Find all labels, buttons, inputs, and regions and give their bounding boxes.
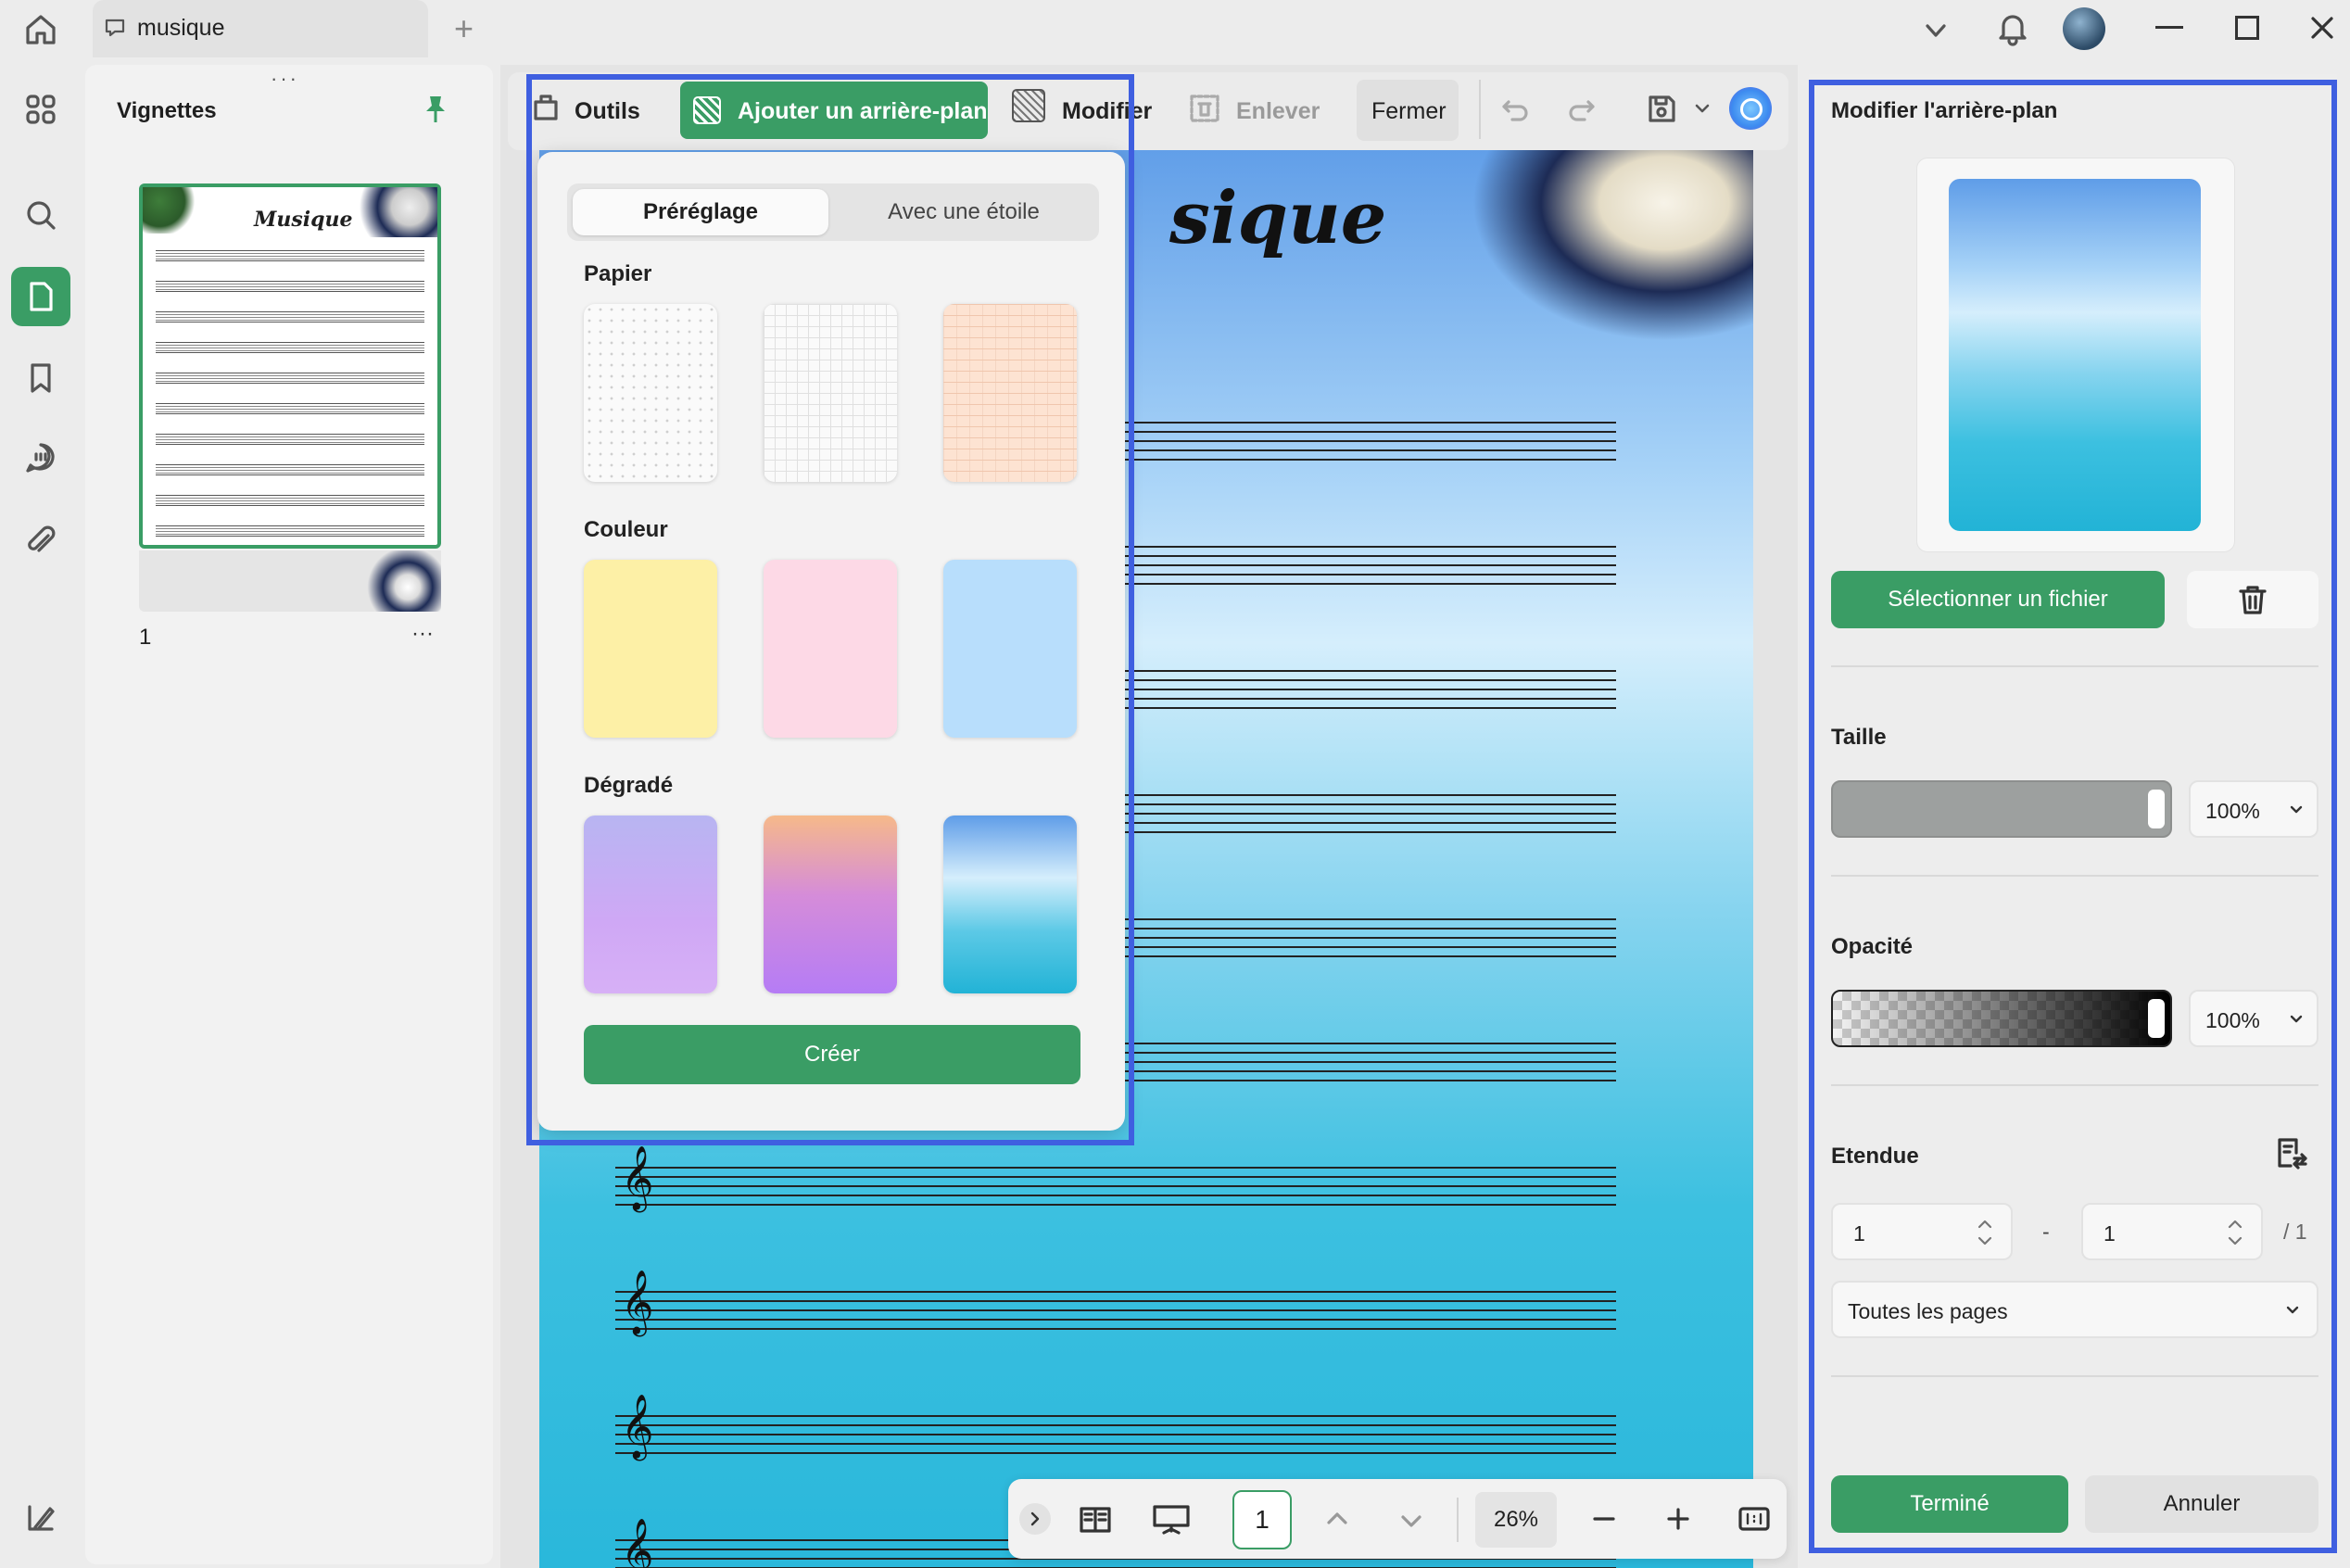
close-label: Fermer — [1371, 98, 1447, 124]
zoom-field[interactable]: 26% — [1475, 1492, 1557, 1548]
bookmark-icon[interactable] — [11, 348, 70, 408]
toolbar-divider — [1479, 80, 1481, 139]
maximize-icon[interactable] — [2235, 16, 2259, 40]
music-staff: 𝄞 — [615, 1398, 1616, 1456]
thumbnail-footer — [139, 550, 441, 612]
close-icon[interactable] — [2307, 13, 2337, 43]
music-staff: 𝄞 — [615, 1150, 1616, 1208]
apps-grid-icon[interactable] — [11, 80, 70, 139]
thumbnails-title: Vignettes — [117, 98, 217, 123]
comments-icon[interactable] — [11, 428, 70, 487]
zoom-out-icon[interactable] — [1588, 1503, 1620, 1535]
treble-clef-icon: 𝄞 — [621, 1394, 654, 1459]
close-background-tool-button[interactable]: Fermer — [1357, 80, 1459, 141]
music-staff: 𝄞 — [615, 1274, 1616, 1332]
treble-clef-icon: 𝄞 — [621, 1145, 654, 1210]
ai-assistant-icon[interactable] — [1729, 87, 1772, 130]
treble-clef-icon: 𝄞 — [621, 1518, 654, 1568]
undo-icon[interactable] — [1499, 93, 1531, 124]
minimize-icon[interactable] — [2155, 26, 2183, 29]
thumbnail-staff — [156, 250, 424, 261]
thumbnail-staff — [156, 311, 424, 322]
thumbnail-more-button[interactable]: ··· — [411, 621, 434, 647]
zoom-in-icon[interactable] — [1662, 1503, 1694, 1535]
home-icon[interactable] — [22, 11, 59, 48]
thumbnail-page-number: 1 — [139, 625, 152, 650]
save-dropdown-icon[interactable] — [1692, 98, 1712, 119]
bell-icon[interactable] — [1994, 9, 2031, 46]
redo-icon[interactable] — [1566, 93, 1598, 124]
presentation-icon[interactable] — [1151, 1501, 1192, 1538]
thumbnail-staff — [156, 495, 424, 506]
remove-icon[interactable] — [1186, 89, 1223, 126]
panel-highlight — [1809, 80, 2337, 1553]
attachment-icon[interactable] — [11, 512, 70, 571]
search-icon[interactable] — [11, 185, 70, 245]
pages-icon[interactable] — [11, 267, 70, 326]
flower-decoration — [358, 550, 441, 612]
leaf-decoration — [143, 187, 198, 234]
thumbnail-staves — [156, 250, 424, 547]
panel-drag-handle[interactable]: ··· — [271, 67, 299, 91]
ai-ring — [1740, 98, 1762, 120]
sidebar-toggle-icon[interactable] — [11, 1488, 70, 1548]
remove-background-button[interactable]: Enlever — [1236, 98, 1320, 125]
bar-divider — [1457, 1498, 1459, 1542]
next-page-icon[interactable] — [1396, 1505, 1427, 1536]
pin-icon[interactable] — [419, 93, 452, 126]
treble-clef-icon: 𝄞 — [621, 1270, 654, 1334]
thumbnail-staff — [156, 403, 424, 414]
previous-page-icon[interactable] — [1321, 1503, 1353, 1535]
thumbnail-title: Musique — [254, 208, 353, 232]
popup-highlight — [526, 74, 1134, 1145]
avatar[interactable] — [2063, 7, 2105, 50]
zoom-value: 26% — [1493, 1507, 1539, 1532]
expand-bar-button[interactable] — [1019, 1503, 1051, 1535]
thumbnail-staff — [156, 342, 424, 353]
thumbnail-staff — [156, 525, 424, 537]
flower-decoration — [345, 187, 437, 237]
thumbnail-staff — [156, 281, 424, 292]
tab-title: musique — [137, 15, 225, 41]
page-thumbnail[interactable]: Musique — [139, 183, 441, 549]
save-icon[interactable] — [1644, 91, 1679, 126]
thumbnail-staff — [156, 464, 424, 475]
new-tab-button[interactable]: + — [454, 9, 474, 48]
page-number-input[interactable]: 1 — [1232, 1490, 1292, 1549]
chevron-down-icon[interactable] — [1922, 17, 1950, 44]
actual-size-icon[interactable] — [1737, 1501, 1772, 1536]
page-number-value: 1 — [1255, 1505, 1270, 1534]
comment-icon — [104, 17, 126, 39]
page-layout-icon[interactable] — [1077, 1501, 1114, 1538]
thumbnail-staff — [156, 373, 424, 384]
thumbnail-staff — [156, 434, 424, 445]
